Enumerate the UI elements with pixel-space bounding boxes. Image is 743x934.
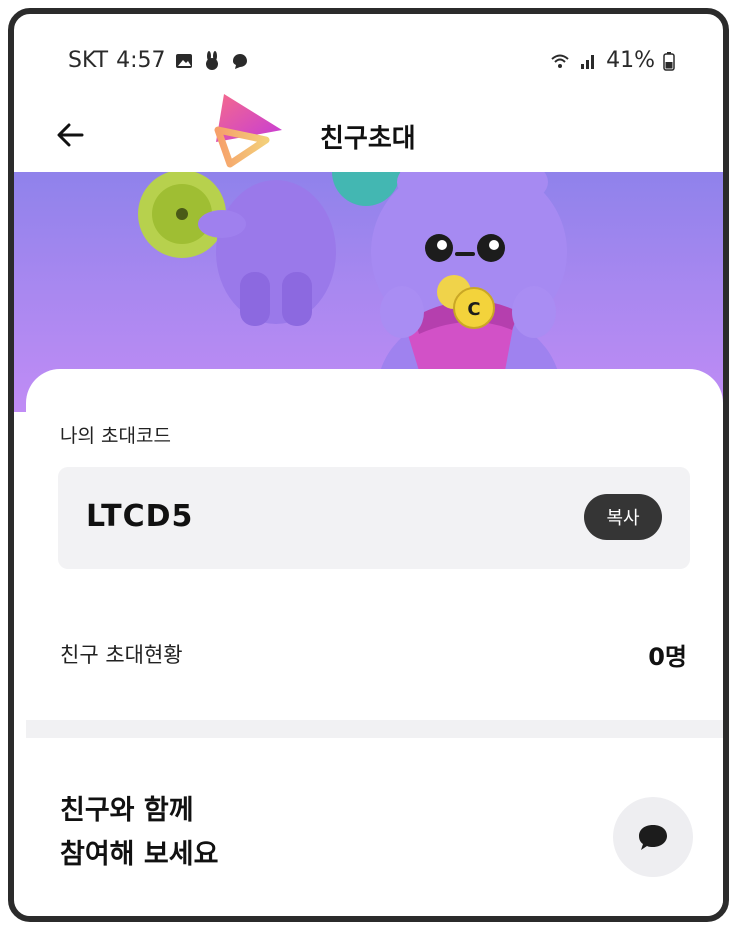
- svg-text:C: C: [467, 299, 480, 320]
- signal-icon: [581, 54, 595, 69]
- wifi-icon: [551, 54, 569, 68]
- status-right: 41%: [550, 48, 675, 73]
- speech-bubble-icon: [639, 825, 667, 850]
- section-divider: [26, 720, 723, 738]
- page-title: 친구초대: [320, 124, 416, 154]
- battery-percent: 41%: [606, 48, 655, 73]
- status-left: SKT 4:57: [68, 48, 250, 73]
- back-arrow-icon[interactable]: [54, 118, 88, 152]
- app-header: 친구초대: [14, 94, 723, 174]
- cta-line-1: 친구와 함께: [60, 795, 194, 826]
- carrier-label: SKT: [68, 48, 109, 73]
- cta-line-2: 참여해 보세요: [60, 839, 219, 870]
- invite-code-label: 나의 초대코드: [60, 425, 171, 447]
- chat-bubble-status-icon: [232, 53, 247, 69]
- battery-icon: [663, 51, 675, 71]
- phone-frame: SKT 4:57 41% 친구초대 C 나의 초대코드 LTCD5 복사 친구 …: [8, 8, 729, 922]
- rabbit-icon: [205, 50, 218, 70]
- time-label: 4:57: [116, 48, 166, 73]
- copy-button[interactable]: 복사: [584, 494, 662, 540]
- invite-code-box: LTCD5 복사: [58, 467, 690, 569]
- status-bar: SKT 4:57 41%: [14, 14, 723, 100]
- cta-message: 친구와 함께 참여해 보세요: [60, 789, 218, 877]
- invite-status-count: 0명: [648, 643, 687, 671]
- invite-card: 나의 초대코드 LTCD5 복사 친구 초대현황 0명 친구와 함께 참여해 보…: [26, 369, 723, 916]
- share-chat-button[interactable]: [613, 797, 693, 877]
- triangle-logo-icon: [214, 94, 282, 168]
- invite-code-value: LTCD5: [86, 499, 194, 534]
- gallery-icon: [175, 53, 192, 68]
- invite-status-label: 친구 초대현황: [60, 643, 183, 667]
